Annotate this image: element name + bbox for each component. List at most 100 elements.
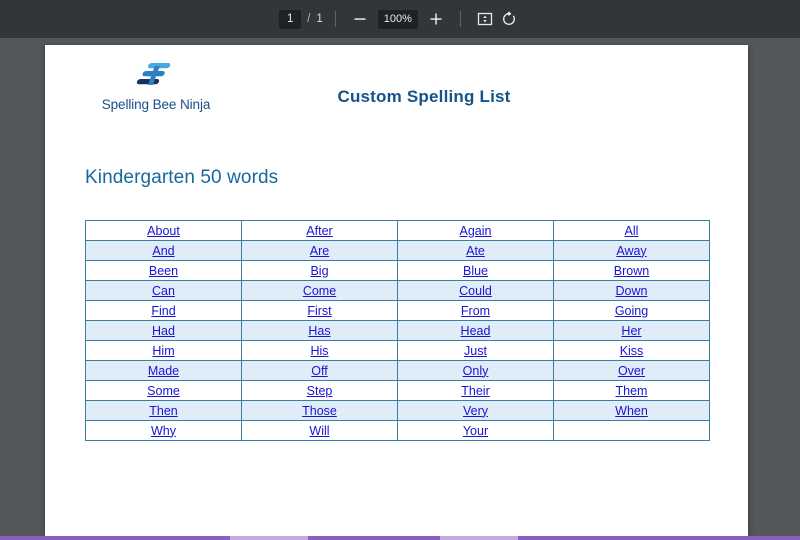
word-link[interactable]: Will [309,424,329,438]
word-link[interactable]: Their [461,384,489,398]
word-cell: Head [397,320,554,341]
word-link[interactable]: Find [151,304,175,318]
word-cell: Has [241,320,398,341]
word-link[interactable]: Those [302,404,337,418]
table-row: Made Off Only Over [85,360,710,381]
word-link[interactable]: Are [310,244,329,258]
word-cell: Them [553,380,710,401]
word-link[interactable]: All [625,224,639,238]
word-link[interactable]: Brown [614,264,649,278]
word-link[interactable]: Them [616,384,648,398]
word-link[interactable]: From [461,304,490,318]
word-link[interactable]: Away [616,244,646,258]
word-link[interactable]: Going [615,304,648,318]
word-link[interactable]: Over [618,364,645,378]
word-cell: Just [397,340,554,361]
word-link[interactable]: Just [464,344,487,358]
word-cell: Made [85,360,242,381]
word-cell: Going [553,300,710,321]
word-link[interactable]: Your [463,424,488,438]
word-cell: Away [553,240,710,261]
spelling-word-table: About After Again All And Are Ate Away Been Big Bl… [85,220,710,441]
word-link[interactable]: And [152,244,174,258]
toolbar-divider-1 [334,11,336,27]
word-link[interactable]: Been [149,264,178,278]
table-row: Can Come Could Down [85,280,710,301]
rotate-counterclockwise-button[interactable] [497,7,521,31]
word-link[interactable]: Then [149,404,178,418]
word-cell: About [85,220,242,241]
word-cell: Had [85,320,242,341]
word-link[interactable]: Has [308,324,330,338]
word-link[interactable]: His [310,344,328,358]
word-link[interactable]: Had [152,324,175,338]
word-link[interactable]: After [306,224,332,238]
word-link[interactable]: Only [463,364,489,378]
word-cell: Those [241,400,398,421]
word-link[interactable]: Down [616,284,648,298]
word-cell: Her [553,320,710,341]
word-cell: Big [241,260,398,281]
word-link[interactable]: Why [151,424,176,438]
word-cell: Why [85,420,242,441]
word-link[interactable]: Head [461,324,491,338]
word-link[interactable]: When [615,404,648,418]
word-link[interactable]: Kiss [620,344,644,358]
word-cell: Will [241,420,398,441]
table-row: Him His Just Kiss [85,340,710,361]
word-link[interactable]: Off [311,364,327,378]
word-link[interactable]: Very [463,404,488,418]
plus-icon [430,13,442,25]
word-cell: His [241,340,398,361]
zoom-controls-group [348,7,448,31]
word-cell: Only [397,360,554,381]
word-link[interactable]: Can [152,284,175,298]
minus-icon [354,18,366,20]
word-link[interactable]: Step [307,384,333,398]
word-link[interactable]: Again [460,224,492,238]
word-cell: Your [397,420,554,441]
word-cell: Their [397,380,554,401]
toolbar-divider-2 [459,11,461,27]
bottom-bar-segment [440,536,518,540]
word-cell: After [241,220,398,241]
word-cell: Are [241,240,398,261]
word-cell: Come [241,280,398,301]
word-cell: Could [397,280,554,301]
word-link[interactable]: Her [621,324,641,338]
fit-to-page-button[interactable] [473,7,497,31]
page-number-input[interactable] [279,9,302,29]
word-link[interactable]: Made [148,364,179,378]
word-link[interactable]: First [307,304,331,318]
word-cell: Ate [397,240,554,261]
zoom-in-button[interactable] [424,7,448,31]
pdf-toolbar: / 1 [0,0,800,38]
zoom-out-button[interactable] [348,7,372,31]
word-link[interactable]: Big [310,264,328,278]
word-link[interactable]: Ate [466,244,485,258]
word-cell [553,420,710,441]
word-cell: Off [241,360,398,381]
word-link[interactable]: About [147,224,180,238]
word-cell: Very [397,400,554,421]
view-tools-group [473,7,521,31]
rotate-counterclockwise-icon [502,11,515,25]
fit-to-page-icon [477,12,492,26]
table-row: Had Has Head Her [85,320,710,341]
bottom-bar-segment [230,536,308,540]
word-link[interactable]: Come [303,284,336,298]
word-cell: And [85,240,242,261]
word-cell: Find [85,300,242,321]
pdf-viewer: / 1 [0,0,800,540]
zoom-level-input[interactable] [377,9,418,29]
word-cell: From [397,300,554,321]
table-row: Why Will Your [85,420,710,441]
word-link[interactable]: Could [459,284,492,298]
table-row: And Are Ate Away [85,240,710,261]
word-cell: All [553,220,710,241]
word-cell: Step [241,380,398,401]
word-link[interactable]: Him [152,344,174,358]
word-link[interactable]: Blue [463,264,488,278]
word-link[interactable]: Some [147,384,180,398]
word-cell: Been [85,260,242,281]
